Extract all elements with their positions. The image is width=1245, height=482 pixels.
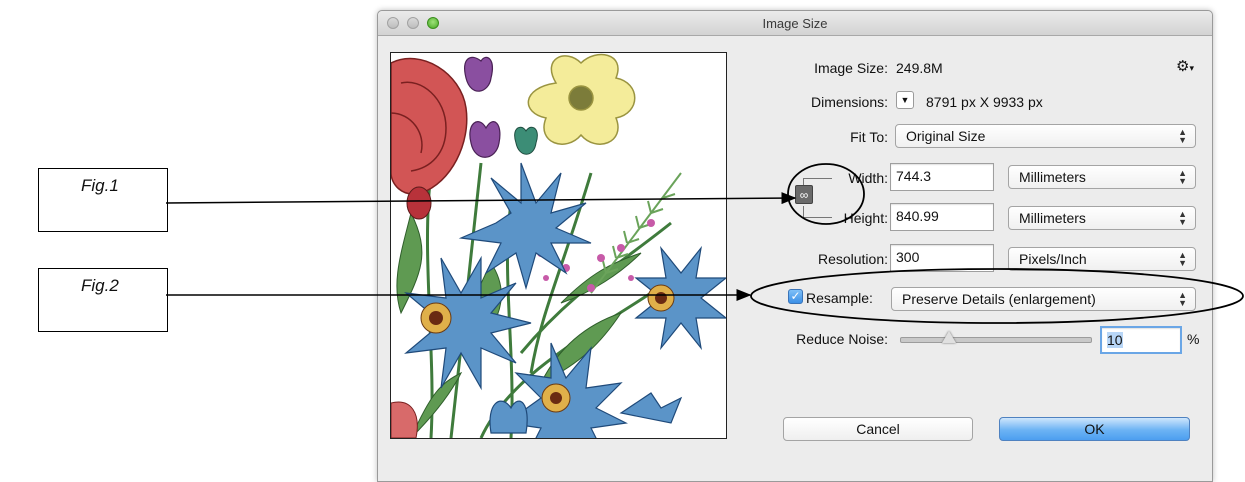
resample-checkbox[interactable]: ✓ <box>788 289 803 304</box>
reduce-noise-value: 10 <box>1107 332 1123 348</box>
resample-method-select[interactable]: Preserve Details (enlargement) ▲ ▼ <box>891 287 1196 311</box>
chain-link-icon[interactable]: ∞ <box>795 185 813 204</box>
select-arrows-icon: ▲ ▼ <box>1178 209 1187 227</box>
resolution-unit-select[interactable]: Pixels/Inch ▲ ▼ <box>1008 247 1196 271</box>
resolution-field[interactable]: 300 <box>890 244 994 272</box>
dimensions-value: 8791 px X 9933 px <box>926 94 1043 110</box>
link-bracket-bottom <box>803 206 832 218</box>
dimensions-unit-dropdown-icon[interactable]: ▼ <box>896 91 914 109</box>
width-label: Width: <box>848 170 888 186</box>
window-title: Image Size <box>762 16 828 31</box>
fit-to-label: Fit To: <box>850 129 888 145</box>
resample-method-selected: Preserve Details (enlargement) <box>902 291 1096 307</box>
resolution-label: Resolution: <box>817 251 888 267</box>
resolution-unit-selected: Pixels/Inch <box>1019 251 1087 267</box>
image-size-value: 249.8M <box>896 60 943 76</box>
reduce-noise-field[interactable]: 10 <box>1100 326 1182 354</box>
cancel-button[interactable]: Cancel <box>783 417 973 441</box>
image-size-dialog: Image Size Image Size: 249.8M ⚙▾ Dimensi… <box>377 10 1213 482</box>
fig1-callout-box: Fig.1 <box>38 168 168 232</box>
select-arrows-icon: ▲ ▼ <box>1178 127 1187 145</box>
reduce-noise-label: Reduce Noise: <box>796 331 888 347</box>
fig2-label: Fig.2 <box>81 276 119 295</box>
select-arrows-icon: ▲ ▼ <box>1178 250 1187 268</box>
dimensions-label: Dimensions: <box>810 94 888 110</box>
image-size-label: Image Size: <box>814 60 888 76</box>
image-preview[interactable] <box>390 52 727 439</box>
reduce-noise-slider-track[interactable] <box>900 337 1092 343</box>
height-field[interactable]: 840.99 <box>890 203 994 231</box>
ok-button[interactable]: OK <box>999 417 1190 441</box>
height-label: Height: <box>843 210 888 226</box>
title-bar: Image Size <box>378 11 1212 36</box>
fit-to-select[interactable]: Original Size ▲ ▼ <box>895 124 1196 148</box>
height-unit-select[interactable]: Millimeters ▲ ▼ <box>1008 206 1196 230</box>
width-field[interactable]: 744.3 <box>890 163 994 191</box>
reduce-noise-slider-thumb[interactable] <box>942 331 956 343</box>
select-arrows-icon: ▲ ▼ <box>1178 168 1187 186</box>
gear-icon[interactable]: ⚙▾ <box>1176 57 1194 75</box>
fit-to-selected: Original Size <box>906 128 986 144</box>
fig2-callout-box: Fig.2 <box>38 268 168 332</box>
width-unit-select[interactable]: Millimeters ▲ ▼ <box>1008 165 1196 189</box>
resample-label: Resample: <box>806 290 873 306</box>
reduce-noise-unit: % <box>1187 331 1200 347</box>
botanical-illustration <box>391 53 726 438</box>
height-unit-selected: Millimeters <box>1019 210 1086 226</box>
fig1-label: Fig.1 <box>81 176 119 195</box>
width-unit-selected: Millimeters <box>1019 169 1086 185</box>
select-arrows-icon: ▲ ▼ <box>1178 290 1187 308</box>
